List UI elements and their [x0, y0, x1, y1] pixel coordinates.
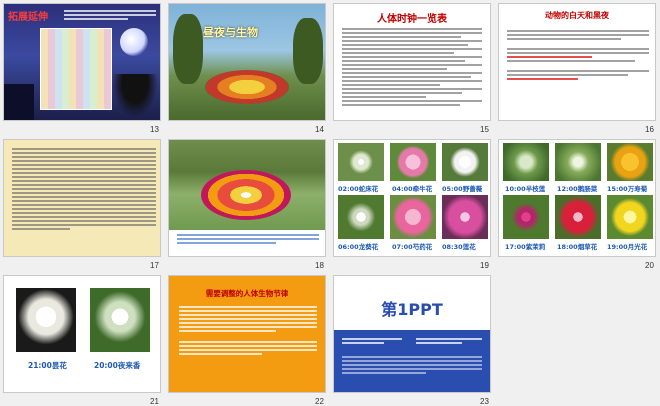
moon-icon: [120, 28, 148, 56]
caption-1: 21:00昙花: [28, 361, 67, 370]
slide-number-13: 13: [150, 125, 159, 134]
slide-number-17: 17: [150, 261, 159, 270]
photo-night-jasmine: [90, 288, 150, 352]
caption-6: 08:30莲花: [442, 243, 476, 251]
slide-thumbnail-18[interactable]: [168, 139, 326, 257]
caption-4: 17:00紫茉莉: [505, 243, 546, 251]
slide-18-caption: [177, 232, 319, 246]
slide-16-title: 动物的白天和黑夜: [545, 11, 609, 20]
slide-thumbnail-13[interactable]: 拓展延伸: [3, 3, 161, 121]
flower-clock: [205, 70, 289, 104]
photo-5: [555, 195, 601, 239]
photo-1: [503, 143, 549, 181]
left-tree: [173, 14, 203, 84]
slide-number-23: 23: [480, 397, 489, 406]
photo-5: [390, 195, 436, 239]
slide-22-text: [179, 304, 317, 357]
photo-6: [442, 195, 488, 239]
building-silhouette: [4, 84, 34, 120]
slide-number-22: 22: [315, 397, 324, 406]
caption-5: 07:00芍药花: [392, 243, 433, 251]
slide-16-text: [507, 28, 649, 82]
caption-2: 20:00夜来香: [94, 361, 141, 370]
slide-number-20: 20: [645, 261, 654, 270]
caption-3: 05:00野蔷薇: [442, 185, 483, 193]
slide-15-list: [342, 26, 482, 108]
slide-14-title: 昼夜与生物: [203, 26, 258, 39]
caption-3: 15:00万寿菊: [607, 185, 648, 193]
slide-thumbnail-21[interactable]: 21:00昙花 20:00夜来香: [3, 275, 161, 393]
slide-number-18: 18: [315, 261, 324, 270]
photo-3: [442, 143, 488, 181]
slide-17-text: [12, 146, 156, 232]
caption-1: 02:00蛇床花: [338, 185, 379, 193]
slide-thumbnail-22[interactable]: 需要调整的人体生物节律: [168, 275, 326, 393]
photo-2: [555, 143, 601, 181]
slide-number-19: 19: [480, 261, 489, 270]
photo-1: [338, 143, 384, 181]
caption-1: 10:00半枝莲: [505, 185, 546, 193]
caption-2: 04:00牵牛花: [392, 185, 433, 193]
slide-number-16: 16: [645, 125, 654, 134]
photo-4: [338, 195, 384, 239]
slide-22-title: 需要调整的人体生物节律: [205, 289, 289, 298]
caption-4: 06:00龙葵花: [338, 243, 379, 251]
slide-13-top-text: [64, 8, 156, 22]
slide-13-table: [40, 28, 112, 110]
caption-2: 12:00鹅肠菜: [557, 185, 598, 193]
slide-number-15: 15: [480, 125, 489, 134]
slide-thumbnail-16[interactable]: 动物的白天和黑夜: [498, 3, 656, 121]
slide-thumbnail-19[interactable]: 02:00蛇床花 04:00牵牛花 05:00野蔷薇 06:00龙葵花 07:0…: [333, 139, 491, 257]
photo-2: [390, 143, 436, 181]
slide-13-title: 拓展延伸: [8, 12, 48, 23]
slide-number-14: 14: [315, 125, 324, 134]
slide-thumbnail-17[interactable]: [3, 139, 161, 257]
slide-thumbnail-23[interactable]: 第1PPT: [333, 275, 491, 393]
slide-15-title: 人体时钟一览表: [377, 14, 447, 25]
slide-thumbnail-15[interactable]: 人体时钟一览表: [333, 3, 491, 121]
caption-5: 18:00烟草花: [557, 243, 598, 251]
info-band: [334, 330, 490, 392]
tree-silhouette: [112, 74, 158, 118]
photo-6: [607, 195, 653, 239]
photo-4: [503, 195, 549, 239]
photo-3: [607, 143, 653, 181]
ppt-logo: 第1PPT: [381, 300, 443, 319]
right-tree: [293, 18, 323, 84]
slide-thumbnail-14[interactable]: 昼夜与生物: [168, 3, 326, 121]
caption-6: 19:00月光花: [607, 243, 648, 251]
slide-number-21: 21: [150, 397, 159, 406]
slide-thumbnail-20[interactable]: 10:00半枝莲 12:00鹅肠菜 15:00万寿菊 17:00紫茉莉 18:0…: [498, 139, 656, 257]
flower-clock: [201, 170, 291, 220]
photo-epiphyllum: [16, 288, 76, 352]
